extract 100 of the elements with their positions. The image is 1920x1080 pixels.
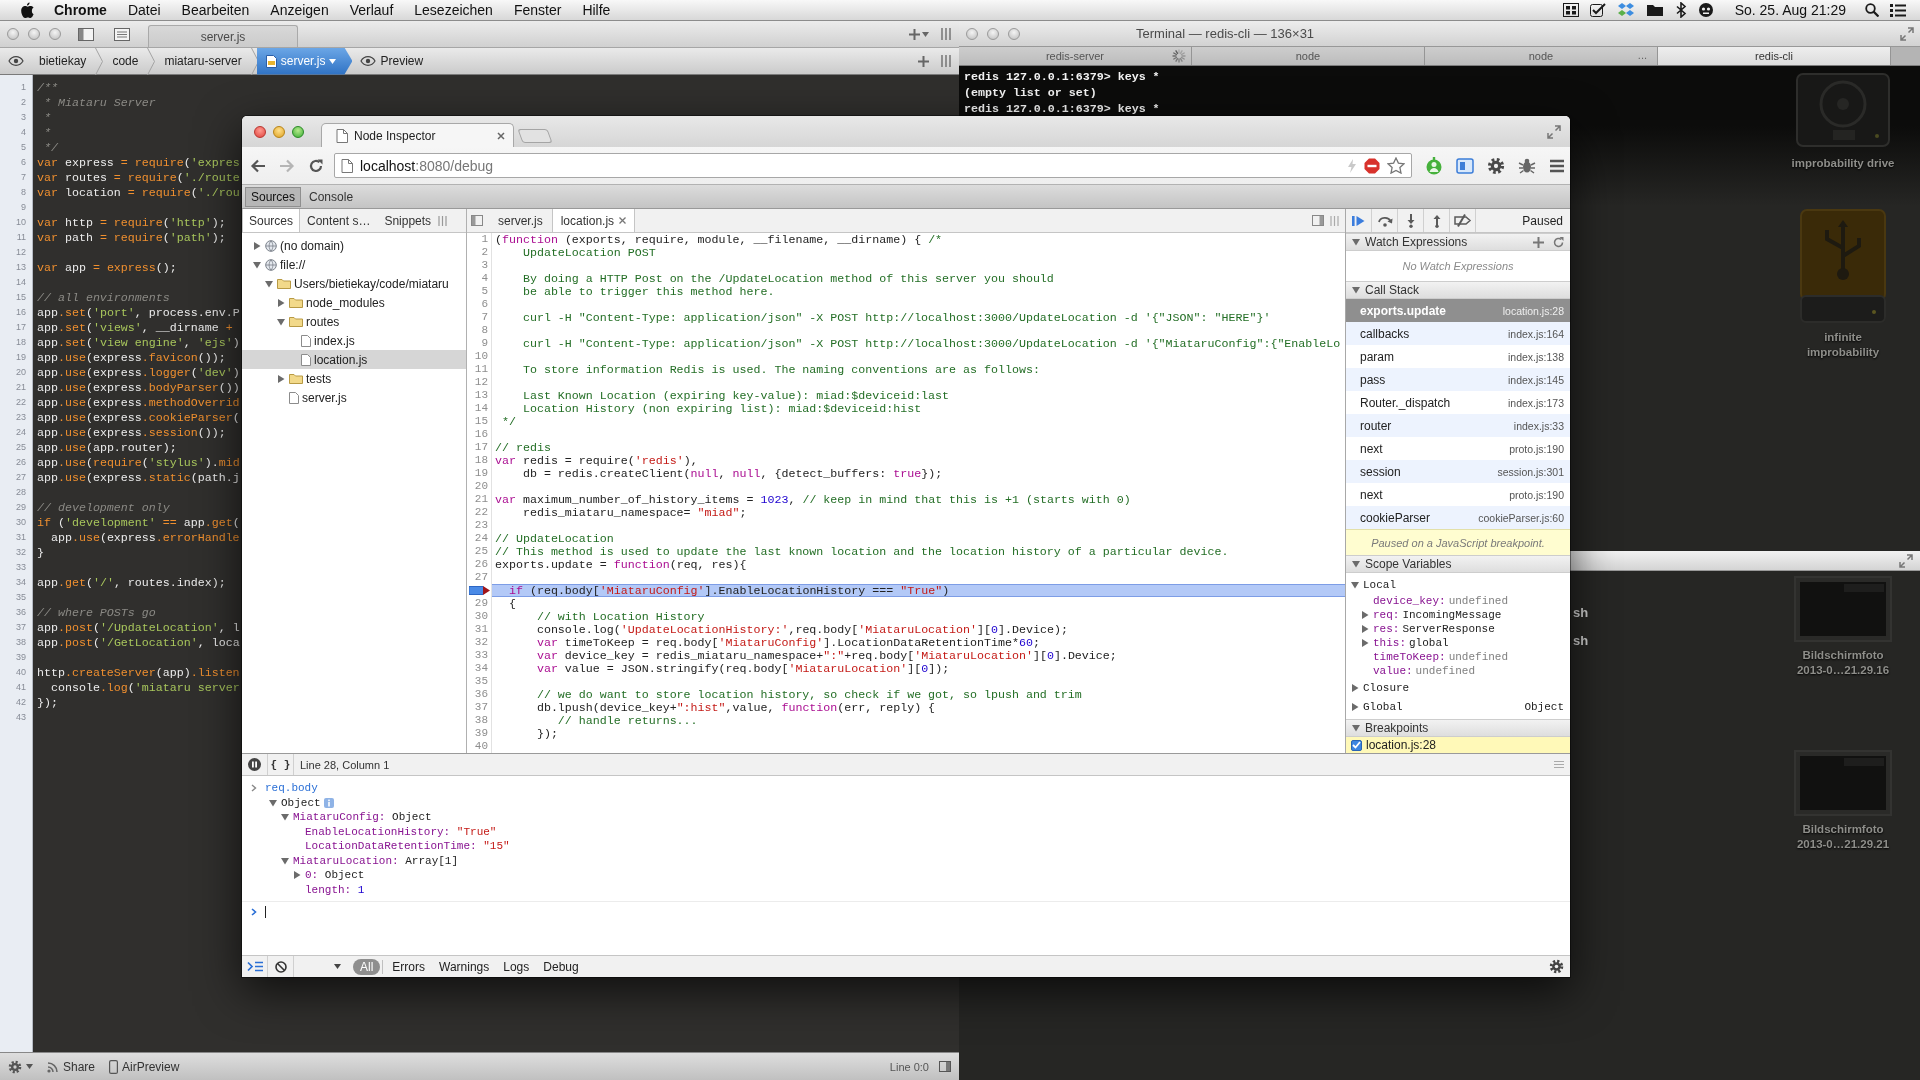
pretty-print-button[interactable]: { } bbox=[268, 754, 294, 775]
airpreview-button[interactable]: AirPreview bbox=[109, 1059, 180, 1074]
eye-icon[interactable] bbox=[8, 56, 24, 66]
scope-row[interactable]: Closure bbox=[1346, 678, 1570, 697]
caret-icon[interactable] bbox=[922, 31, 929, 37]
folder-icon[interactable] bbox=[1645, 3, 1664, 17]
menu-item[interactable]: Hilfe bbox=[582, 2, 611, 18]
disclosure-triangle-icon[interactable] bbox=[1352, 724, 1360, 732]
caret-icon[interactable] bbox=[334, 964, 341, 969]
window-panel-icon[interactable] bbox=[1456, 157, 1474, 174]
tree-item[interactable]: (no domain) bbox=[242, 236, 466, 255]
console-property[interactable]: MiataruConfig: Object bbox=[293, 811, 432, 824]
octagon-icon[interactable] bbox=[1364, 157, 1380, 174]
search-icon[interactable] bbox=[1865, 3, 1879, 17]
desktop-icon-label[interactable]: infinite improbability bbox=[1789, 330, 1897, 360]
preview-button[interactable]: Preview bbox=[354, 54, 430, 68]
console-property[interactable]: Object bbox=[281, 796, 321, 809]
disclosure-triangle-icon[interactable] bbox=[281, 856, 289, 865]
gear-icon[interactable] bbox=[8, 1059, 22, 1074]
fullscreen-icon[interactable] bbox=[1900, 26, 1914, 41]
menu-item[interactable]: Bearbeiten bbox=[181, 2, 250, 18]
close-button[interactable] bbox=[254, 125, 266, 138]
call-stack-frame[interactable]: cookieParser cookieParser.js:60 bbox=[1346, 506, 1570, 529]
menu-item[interactable]: Datei bbox=[127, 2, 161, 18]
disclosure-triangle-icon[interactable] bbox=[1352, 238, 1360, 246]
menu-item[interactable]: Anzeigen bbox=[270, 2, 329, 18]
filter-tab[interactable]: Warnings bbox=[432, 958, 497, 975]
call-stack-frame[interactable]: Router._dispatch index.js:173 bbox=[1346, 391, 1570, 414]
sidebar-icon[interactable] bbox=[78, 27, 94, 41]
disclosure-triangle-icon[interactable] bbox=[277, 317, 285, 326]
navigator-tab[interactable]: Snippets bbox=[377, 209, 439, 232]
scope-row[interactable]: Global Object bbox=[1346, 697, 1570, 716]
breadcrumb[interactable]: miataru-server bbox=[155, 47, 251, 75]
drag-handle-icon[interactable] bbox=[1554, 761, 1564, 768]
fullscreen-icon[interactable] bbox=[1547, 124, 1561, 139]
navigator-toggle-icon[interactable] bbox=[471, 215, 483, 226]
filter-tab[interactable]: Debug bbox=[536, 958, 586, 975]
menu-item[interactable]: Fenster bbox=[513, 2, 562, 18]
panel-toggle-icon[interactable] bbox=[438, 215, 448, 226]
document-tab[interactable]: server.js bbox=[148, 25, 298, 47]
terminal-tab[interactable]: redis-server bbox=[959, 47, 1192, 65]
plus-icon[interactable] bbox=[1533, 236, 1544, 248]
call-stack-frame[interactable]: pass index.js:145 bbox=[1346, 368, 1570, 391]
caret-icon[interactable] bbox=[26, 1064, 33, 1069]
tree-item[interactable]: location.js bbox=[242, 350, 466, 369]
star-icon[interactable] bbox=[1387, 157, 1405, 174]
call-stack-frame[interactable]: next proto.js:190 bbox=[1346, 437, 1570, 460]
disclosure-triangle-icon[interactable] bbox=[1351, 580, 1359, 589]
scope-variable[interactable]: res: ServerResponse bbox=[1346, 622, 1570, 636]
navigator-tab[interactable]: Content s… bbox=[300, 209, 378, 232]
disclosure-triangle-icon[interactable] bbox=[1352, 286, 1360, 294]
settings-icon[interactable] bbox=[1549, 959, 1564, 974]
menu-item[interactable]: Lesezeichen bbox=[414, 2, 493, 18]
disclosure-triangle-icon[interactable] bbox=[253, 260, 261, 269]
call-stack-frame[interactable]: next proto.js:190 bbox=[1346, 483, 1570, 506]
scope-variable[interactable]: req: IncomingMessage bbox=[1346, 608, 1570, 622]
breakpoint-arrow-icon[interactable] bbox=[469, 585, 491, 596]
disclosure-triangle-icon[interactable] bbox=[293, 871, 301, 880]
disclosure-triangle-icon[interactable] bbox=[1351, 702, 1359, 711]
tree-item[interactable]: tests bbox=[242, 369, 466, 388]
close-icon[interactable] bbox=[619, 217, 627, 224]
console-property[interactable]: MiataruLocation: Array[1] bbox=[293, 854, 459, 867]
back-arrow-icon[interactable] bbox=[250, 158, 266, 173]
refresh-icon[interactable] bbox=[1553, 236, 1564, 248]
bluetooth-icon[interactable] bbox=[1674, 2, 1687, 18]
console-input[interactable] bbox=[242, 901, 1570, 921]
terminal-tab[interactable]: node bbox=[1192, 47, 1425, 65]
scope-row[interactable]: Local bbox=[1346, 575, 1570, 594]
call-stack-frame[interactable]: session session.js:301 bbox=[1346, 460, 1570, 483]
add-menu-button[interactable] bbox=[909, 28, 929, 40]
tree-item[interactable]: server.js bbox=[242, 388, 466, 407]
panel-tab[interactable]: Sources bbox=[245, 186, 302, 207]
call-stack-frame[interactable]: param index.js:138 bbox=[1346, 345, 1570, 368]
checkbox[interactable] bbox=[1351, 739, 1362, 751]
disclosure-triangle-icon[interactable] bbox=[277, 374, 285, 383]
section-header[interactable]: Watch Expressions bbox=[1346, 233, 1570, 251]
fullscreen-icon[interactable] bbox=[1899, 553, 1913, 568]
menu-item[interactable]: Verlauf bbox=[349, 2, 394, 18]
scope-variable[interactable]: this: global bbox=[1346, 636, 1570, 650]
settings-menu-button[interactable] bbox=[8, 1059, 33, 1074]
reload-icon[interactable] bbox=[308, 157, 324, 174]
caret-icon[interactable] bbox=[329, 58, 337, 64]
columns-icon[interactable] bbox=[941, 55, 951, 67]
tree-item[interactable]: Users/bietiekay/code/miataru bbox=[242, 274, 466, 293]
disclosure-triangle-icon[interactable] bbox=[281, 813, 289, 822]
file-tab[interactable]: server.js bbox=[489, 209, 552, 232]
grid-icon[interactable] bbox=[1562, 3, 1579, 17]
tree-item[interactable]: index.js bbox=[242, 331, 466, 350]
panel-icon[interactable] bbox=[939, 1061, 951, 1072]
list-view-icon[interactable] bbox=[114, 27, 130, 41]
sidebar-toggle-icon[interactable] bbox=[1312, 215, 1324, 226]
filter-tab[interactable]: Logs bbox=[496, 958, 537, 975]
disclosure-triangle-icon[interactable] bbox=[1352, 560, 1360, 568]
plus-icon[interactable] bbox=[918, 55, 929, 67]
filter-tab[interactable]: Errors bbox=[385, 958, 432, 975]
console-property[interactable]: 0: Object bbox=[305, 869, 365, 882]
terminal-tab[interactable]: node ... bbox=[1425, 47, 1658, 65]
desktop-icon-label[interactable]: Bildschirmfoto 2013-0…21.29.16 bbox=[1789, 648, 1897, 678]
eye-icon[interactable] bbox=[360, 56, 377, 66]
panel-tab[interactable]: Console bbox=[303, 186, 360, 207]
